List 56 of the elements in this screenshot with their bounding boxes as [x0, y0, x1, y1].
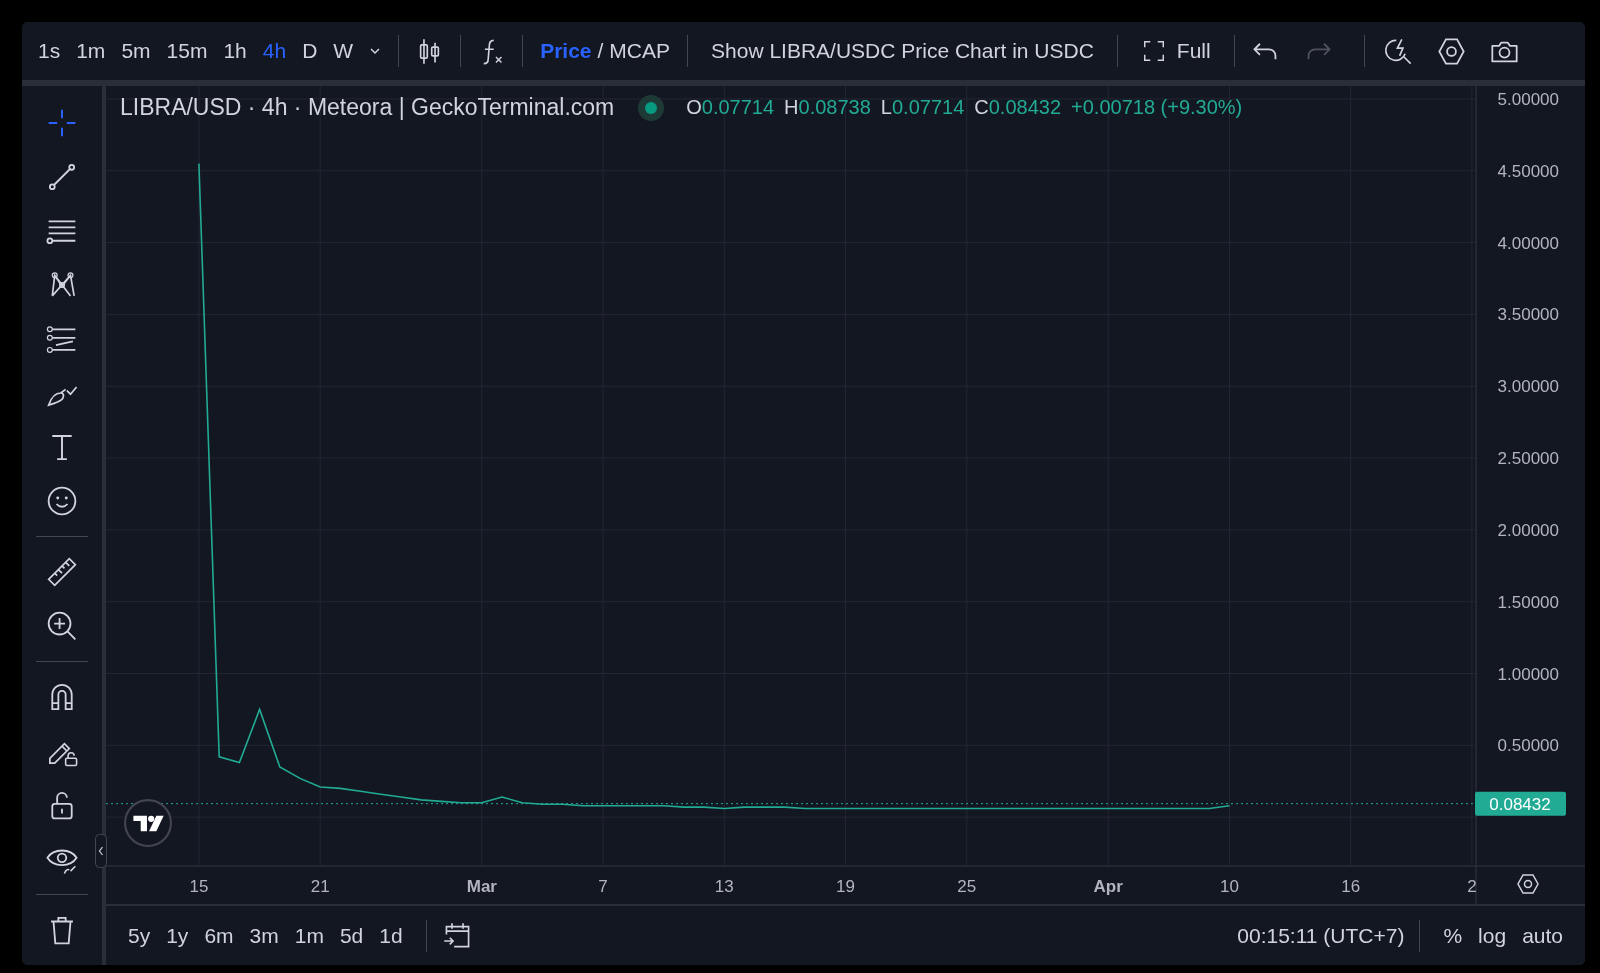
ohlc-value: 0.08432 [988, 96, 1062, 119]
scale-option[interactable]: % [1435, 919, 1471, 952]
interval-button[interactable]: 5m [113, 35, 159, 67]
chart-title: LIBRA/USD · 4h · Meteora | GeckoTerminal.com [120, 94, 615, 121]
time-axis-label: 13 [714, 877, 734, 896]
time-axis-label: 16 [1341, 877, 1361, 896]
time-axis-label: Mar [466, 877, 497, 896]
range-button[interactable]: 1y [158, 919, 197, 952]
mcap-toggle[interactable]: MCAP [607, 35, 673, 67]
price-axis-label: 5.00000 [1497, 89, 1559, 109]
interval-button[interactable]: 1h [215, 35, 255, 67]
range-button[interactable]: 1d [371, 919, 411, 952]
scale-option[interactable]: auto [1514, 919, 1571, 952]
price-axis-label: 1.50000 [1497, 592, 1559, 612]
time-axis-label: 2 [1467, 877, 1477, 896]
range-button[interactable]: 6m [196, 919, 242, 952]
range-button[interactable]: 3m [241, 919, 287, 952]
price-axis-label: 4.50000 [1497, 161, 1559, 181]
scale-option[interactable]: log [1470, 919, 1515, 952]
interval-button[interactable]: 4h [254, 35, 295, 67]
interval-button[interactable]: 1s [30, 35, 69, 67]
interval-button[interactable]: D [294, 35, 326, 67]
time-axis-label: 21 [310, 877, 330, 896]
price-axis-label: 4.00000 [1497, 233, 1559, 253]
time-axis-label: 7 [598, 877, 608, 896]
ohlc-value: 0.08738 [798, 96, 871, 119]
price-axis-label: 3.00000 [1497, 377, 1559, 397]
price-axis-label: 3.50000 [1497, 305, 1559, 325]
time-axis-label: 15 [189, 877, 209, 896]
ohlc-label: O [686, 96, 702, 119]
range-button[interactable]: 5d [331, 919, 372, 952]
time-axis-label: Apr [1093, 877, 1123, 896]
range-button[interactable]: 5y [120, 919, 159, 952]
ohlc-label: L [880, 96, 892, 119]
interval-button[interactable]: 15m [158, 35, 216, 67]
ohlc-label: H [784, 96, 799, 119]
ohlc-value: 0.07714 [701, 96, 775, 119]
price-axis-label: 2.50000 [1497, 449, 1559, 469]
price-axis-label: 1.00000 [1497, 664, 1559, 684]
range-button[interactable]: 1m [286, 919, 332, 952]
interval-button[interactable]: W [325, 35, 362, 67]
time-axis-label: 19 [836, 877, 855, 896]
separator-slash: / [596, 39, 605, 63]
price-toggle[interactable]: Price [538, 35, 594, 67]
ohlc-value: 0.07714 [892, 96, 965, 119]
price-axis-label: 0.50000 [1497, 736, 1559, 756]
ohlc-label: C [974, 96, 989, 119]
fullscreen-button[interactable]: Full [1132, 34, 1219, 68]
price-axis-label: 2.00000 [1497, 520, 1559, 540]
price-change: +0.00718 (+9.30%) [1071, 96, 1243, 119]
time-axis-label: 25 [957, 877, 977, 896]
clock-text: 00:15:11 (UTC+7) [1237, 923, 1405, 948]
time-axis-label: 10 [1220, 877, 1239, 896]
show-usdc-button[interactable]: Show LIBRA/USDC Price Chart in USDC [703, 35, 1102, 67]
interval-button[interactable]: 1m [68, 35, 114, 67]
price-tag: 0.08432 [1475, 791, 1566, 816]
